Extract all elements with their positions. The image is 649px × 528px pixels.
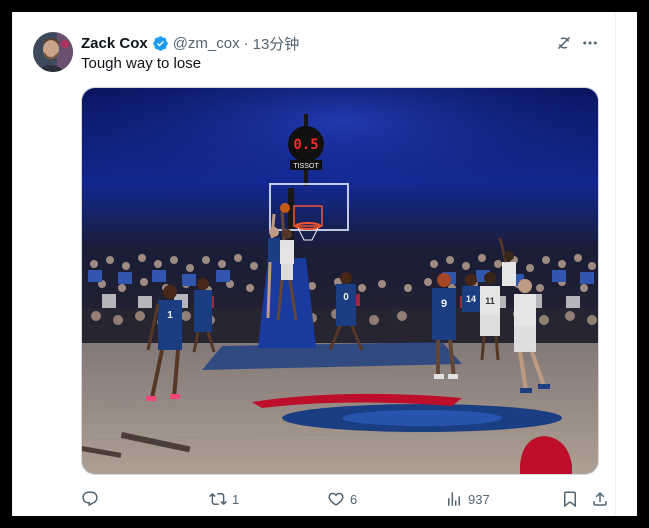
like-count: 6	[350, 491, 358, 507]
repost-count: 1	[232, 491, 240, 507]
more-icon[interactable]	[578, 32, 602, 54]
separator-dot: ·	[243, 34, 249, 52]
column-divider	[615, 12, 616, 516]
views-button[interactable]: 937	[445, 488, 490, 510]
repost-icon	[209, 492, 227, 506]
bookmark-icon	[564, 491, 576, 508]
action-bar: 1 6 937	[81, 488, 607, 510]
heart-icon	[328, 492, 344, 506]
views-icon	[448, 492, 460, 506]
timestamp[interactable]: 13分钟	[253, 33, 300, 54]
grok-icon[interactable]	[553, 32, 575, 54]
author-name[interactable]: Zack Cox	[81, 35, 148, 52]
column-divider	[12, 12, 13, 516]
like-button[interactable]: 6	[327, 488, 357, 510]
verified-badge-icon	[152, 35, 169, 52]
reply-icon	[82, 491, 98, 507]
tweet-text: Tough way to lose	[81, 55, 202, 72]
bookmark-button[interactable]	[561, 488, 579, 510]
share-button[interactable]	[591, 488, 609, 510]
tweet-header: Zack Cox @zm_cox · 13分钟	[81, 33, 299, 53]
repost-button[interactable]: 1	[209, 488, 239, 510]
avatar[interactable]	[33, 32, 73, 72]
tweet-media-image[interactable]: 0.5 TISSOT 1 0 9 14 11	[81, 87, 599, 475]
tweet-card[interactable]: Zack Cox @zm_cox · 13分钟 Tough way to los…	[12, 12, 637, 516]
views-count: 937	[468, 491, 490, 507]
reply-button[interactable]	[81, 488, 104, 510]
share-icon	[593, 491, 607, 506]
author-handle[interactable]: @zm_cox	[173, 35, 240, 52]
